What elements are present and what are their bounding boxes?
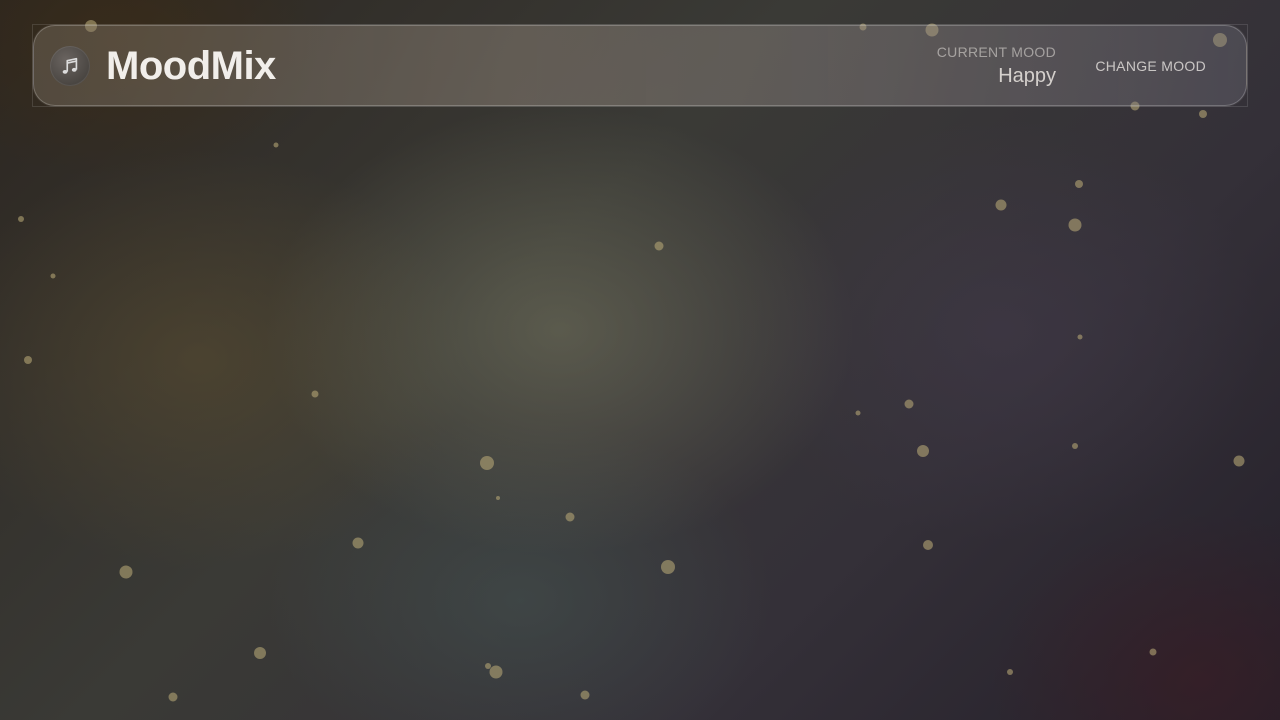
particle bbox=[489, 665, 503, 679]
particle bbox=[273, 142, 279, 148]
particle bbox=[995, 199, 1007, 211]
particle bbox=[654, 241, 664, 251]
particle bbox=[1199, 110, 1207, 118]
particle bbox=[1072, 443, 1078, 449]
particle bbox=[1007, 669, 1013, 675]
particle bbox=[485, 663, 491, 669]
particle bbox=[923, 540, 933, 550]
particle bbox=[917, 445, 929, 457]
particle bbox=[311, 390, 319, 398]
particle bbox=[50, 273, 56, 279]
music-note-icon bbox=[50, 46, 90, 86]
current-mood-value: Happy bbox=[998, 65, 1056, 87]
current-mood-label: CURRENT MOOD bbox=[936, 44, 1056, 60]
particle bbox=[565, 512, 575, 522]
particle bbox=[24, 356, 32, 364]
current-mood-panel: CURRENT MOOD Happy bbox=[937, 44, 1056, 87]
particle bbox=[119, 565, 133, 579]
particle bbox=[480, 456, 494, 470]
particle bbox=[1068, 218, 1082, 232]
particle bbox=[254, 647, 266, 659]
floating-particles bbox=[18, 20, 1245, 702]
particle bbox=[580, 690, 590, 700]
particle bbox=[661, 560, 675, 574]
particle bbox=[1077, 334, 1083, 340]
particle bbox=[352, 537, 364, 549]
app-header: MoodMix CURRENT MOOD Happy CHANGE MOOD bbox=[33, 25, 1247, 106]
particle bbox=[855, 410, 861, 416]
particle bbox=[1075, 180, 1083, 188]
app-title: MoodMix bbox=[106, 44, 276, 88]
particle bbox=[904, 399, 914, 409]
particle bbox=[1149, 648, 1157, 656]
particle bbox=[496, 496, 500, 500]
particle bbox=[1233, 455, 1245, 467]
particle bbox=[18, 216, 24, 222]
particle bbox=[168, 692, 178, 702]
change-mood-button[interactable]: CHANGE MOOD bbox=[1095, 58, 1206, 74]
